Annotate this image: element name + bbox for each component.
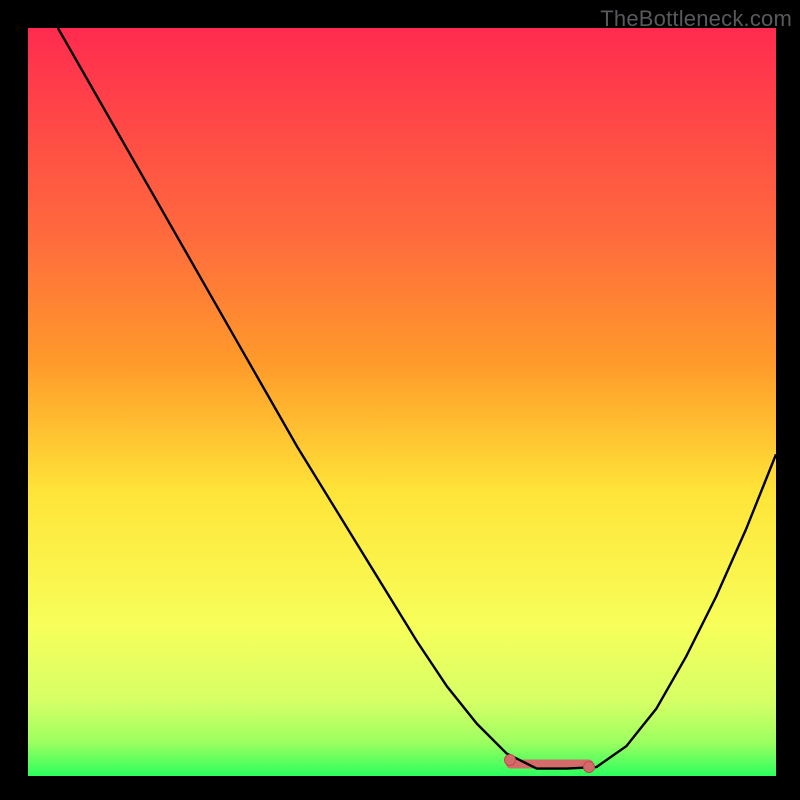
plot-area — [28, 28, 776, 776]
curve-marker — [583, 761, 595, 773]
curve-svg — [28, 28, 776, 776]
curve-marker — [504, 754, 516, 766]
chart-container: TheBottleneck.com — [0, 0, 800, 800]
bottleneck-curve — [58, 28, 776, 769]
watermark-text: TheBottleneck.com — [600, 6, 792, 32]
